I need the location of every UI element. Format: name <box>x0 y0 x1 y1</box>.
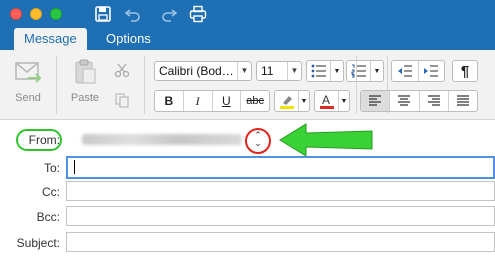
from-account-selector[interactable] <box>82 134 242 145</box>
align-center-icon[interactable] <box>390 91 420 111</box>
paste-icon <box>75 59 96 84</box>
font-color-icon[interactable]: A <box>315 91 339 111</box>
justify-icon[interactable] <box>449 91 477 111</box>
tab-options[interactable]: Options <box>96 28 161 50</box>
svg-text:A: A <box>322 93 330 107</box>
align-left-icon[interactable] <box>361 91 391 111</box>
font-name-value: Calibri (Bod… <box>159 64 234 78</box>
annotation-green-arrow <box>279 123 373 157</box>
subject-label: Subject: <box>16 236 60 250</box>
alignment-group <box>360 90 478 112</box>
font-color-split-button[interactable]: A ▼ <box>314 90 350 112</box>
numbering-icon[interactable] <box>347 61 371 81</box>
bcc-field[interactable] <box>66 206 495 226</box>
underline-button[interactable]: U <box>213 91 242 111</box>
chevron-down-icon: ▼ <box>237 62 251 80</box>
cc-field[interactable] <box>66 181 495 201</box>
save-icon[interactable] <box>94 5 112 23</box>
undo-icon[interactable] <box>124 5 142 23</box>
subject-field[interactable] <box>66 232 495 252</box>
send-label: Send <box>15 92 41 104</box>
title-bar <box>0 0 495 28</box>
chevron-down-icon[interactable]: ▼ <box>331 61 343 81</box>
italic-button[interactable]: I <box>184 91 213 111</box>
font-size-value: 11 <box>261 64 274 78</box>
redo-icon[interactable] <box>160 5 178 23</box>
divider <box>356 56 357 114</box>
send-icon <box>15 62 42 83</box>
divider <box>56 56 57 114</box>
chevron-down-icon[interactable]: ▼ <box>339 91 349 111</box>
chevron-down-icon[interactable]: ▼ <box>371 61 383 81</box>
to-label: To: <box>43 161 60 175</box>
text-style-group: B I U abc <box>154 90 270 112</box>
paste-button[interactable]: Paste <box>66 58 104 104</box>
chevron-down-icon: ▼ <box>287 62 301 80</box>
scissors-icon[interactable] <box>114 62 130 81</box>
align-right-icon[interactable] <box>420 91 449 111</box>
divider <box>144 56 145 114</box>
chevron-down-icon[interactable]: ▼ <box>299 91 309 111</box>
bold-button[interactable]: B <box>155 91 184 111</box>
close-window-button[interactable] <box>10 8 22 20</box>
up-down-chevron-icon[interactable]: ⌃ ⌄ <box>251 131 265 149</box>
annotation-green-oval <box>16 129 62 151</box>
send-button[interactable]: Send <box>10 60 46 104</box>
text-caret <box>74 160 75 174</box>
minimize-window-button[interactable] <box>30 8 42 20</box>
zoom-window-button[interactable] <box>50 8 62 20</box>
bullets-split-button[interactable]: ▼ <box>306 60 344 82</box>
ribbon-tabs: Message Options <box>0 28 495 50</box>
bullets-icon[interactable] <box>307 61 331 81</box>
copy-icon[interactable] <box>114 92 130 111</box>
strikethrough-button[interactable]: abc <box>241 91 269 111</box>
bcc-label: Bcc: <box>36 210 60 224</box>
indent-group <box>391 60 445 82</box>
font-size-select[interactable]: 11 ▼ <box>256 61 302 81</box>
cc-label: Cc: <box>42 185 60 199</box>
print-icon[interactable] <box>189 5 207 23</box>
tab-message[interactable]: Message <box>14 28 87 50</box>
increase-indent-icon[interactable] <box>419 61 445 81</box>
ribbon-toolbar: Send Paste Calibri (Bod… ▼ 11 ▼ ▼ ▼ ¶ B … <box>0 50 495 120</box>
decrease-indent-icon[interactable] <box>392 61 419 81</box>
highlight-split-button[interactable]: ▼ <box>274 90 310 112</box>
highlighter-icon[interactable] <box>275 91 299 111</box>
to-field[interactable] <box>66 156 495 179</box>
paragraph-marks-button[interactable]: ¶ <box>452 60 478 82</box>
numbering-split-button[interactable]: ▼ <box>346 60 384 82</box>
paste-label: Paste <box>70 92 100 104</box>
font-name-select[interactable]: Calibri (Bod… ▼ <box>154 61 252 81</box>
